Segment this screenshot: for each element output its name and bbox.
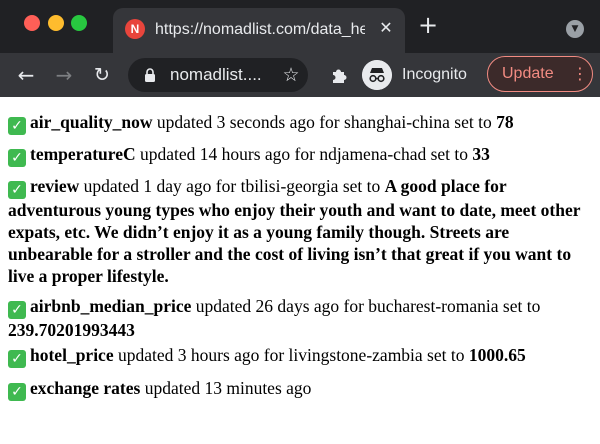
active-tab[interactable]: N https://nomadlist.com/data_he ✕	[113, 8, 405, 53]
entry-field: review	[30, 176, 80, 196]
check-icon: ✓	[8, 301, 26, 319]
incognito-indicator[interactable]: Incognito	[362, 58, 480, 92]
entry-value: 78	[496, 112, 514, 132]
check-icon: ✓	[8, 383, 26, 401]
maximize-window-button[interactable]	[71, 15, 87, 31]
entry-value: 1000.65	[468, 345, 526, 365]
update-entry: ✓ temperatureC updated 14 hours ago for n…	[8, 143, 588, 167]
entry-text: updated 26 days ago for bucharest-romani…	[191, 296, 541, 316]
extensions-puzzle-icon[interactable]	[328, 63, 352, 87]
entry-text: updated 1 day ago for tbilisi-georgia se…	[79, 176, 385, 196]
update-entry: ✓ exchange rates updated 13 minutes ago	[8, 377, 588, 401]
check-icon: ✓	[8, 350, 26, 368]
update-entry: ✓ hotel_price updated 3 hours ago for liv…	[8, 344, 588, 368]
tab-close-icon[interactable]: ✕	[375, 17, 397, 39]
address-url[interactable]: nomadlist....	[170, 64, 274, 86]
entry-field: exchange rates	[30, 378, 141, 398]
nomadlist-favicon-icon: N	[125, 19, 145, 39]
entry-field: air_quality_now	[30, 112, 153, 132]
update-label: Update	[502, 65, 554, 82]
check-icon: ✓	[8, 149, 26, 167]
reload-icon[interactable]: ↻	[88, 61, 116, 89]
incognito-icon	[362, 60, 392, 90]
entry-text: updated 14 hours ago for ndjamena-chad s…	[135, 144, 473, 164]
tab-strip: N https://nomadlist.com/data_he ✕ + ▼	[0, 0, 600, 53]
lock-icon	[145, 68, 155, 82]
update-button[interactable]: Update ⋮	[487, 56, 593, 92]
minimize-window-button[interactable]	[48, 15, 64, 31]
entry-field: airbnb_median_price	[30, 296, 192, 316]
entry-text: updated 13 minutes ago	[140, 378, 312, 398]
entry-text: updated 3 hours ago for livingstone-zamb…	[113, 345, 469, 365]
update-entry: ✓ airbnb_median_price updated 26 days ago…	[8, 295, 588, 341]
bookmark-star-icon[interactable]: ☆	[280, 63, 302, 87]
page-content: ✓ air_quality_now updated 3 seconds ago f…	[0, 97, 600, 444]
forward-arrow-icon[interactable]: →	[50, 61, 78, 89]
entry-field: temperatureC	[30, 144, 136, 164]
update-entry: ✓ review updated 1 day ago for tbilisi-ge…	[8, 175, 588, 287]
back-arrow-icon[interactable]: ←	[12, 61, 40, 89]
entry-text: updated 3 seconds ago for shanghai-china…	[152, 112, 497, 132]
close-window-button[interactable]	[24, 15, 40, 31]
tab-search-chevron-icon[interactable]: ▼	[566, 20, 584, 38]
update-entry: ✓ air_quality_now updated 3 seconds ago f…	[8, 111, 588, 135]
entry-value: 239.70201993443	[8, 320, 135, 340]
incognito-label: Incognito	[402, 66, 467, 83]
address-bar[interactable]: nomadlist.... ☆	[128, 58, 308, 92]
entry-field: hotel_price	[30, 345, 114, 365]
check-icon: ✓	[8, 117, 26, 135]
tab-title: https://nomadlist.com/data_he	[155, 21, 365, 38]
new-tab-button[interactable]: +	[416, 13, 440, 38]
more-menu-icon[interactable]: ⋮	[572, 64, 588, 84]
check-icon: ✓	[8, 181, 26, 199]
entry-value: 33	[472, 144, 490, 164]
browser-chrome: N https://nomadlist.com/data_he ✕ + ▼ ← …	[0, 0, 600, 97]
toolbar: ← → ↻ nomadlist.... ☆ Incognito Update ⋮	[0, 53, 600, 97]
